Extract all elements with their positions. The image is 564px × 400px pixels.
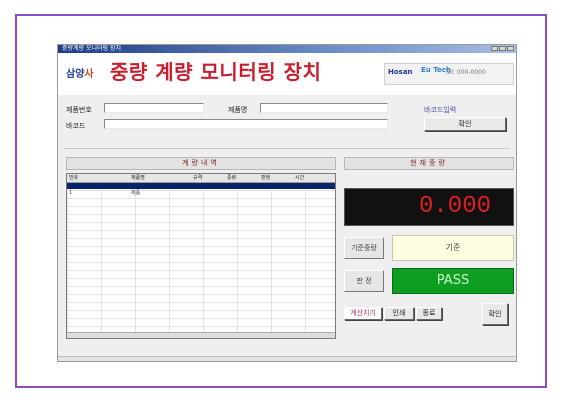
- maximize-button[interactable]: [499, 46, 506, 51]
- product-number-label: 제품번호: [66, 106, 92, 114]
- logo-suffix: 사: [84, 69, 94, 80]
- brand-contact: Tel: 000-0000: [445, 69, 486, 76]
- section-divider: [64, 148, 510, 149]
- title-bar: 중량계량 모니터링 장치: [58, 45, 516, 53]
- barcode-input-caption: 바코드입력: [424, 106, 457, 114]
- table-cell: 1: [69, 190, 73, 196]
- col-header: 시간: [295, 175, 305, 181]
- exit-button[interactable]: 종료: [416, 307, 442, 320]
- product-name-select[interactable]: [260, 103, 388, 113]
- col-header: 중량: [227, 175, 237, 181]
- col-header: 번호: [69, 175, 79, 181]
- brand-name: Hosan: [388, 68, 413, 76]
- judgement-result: PASS: [392, 268, 514, 294]
- minimize-button[interactable]: [491, 46, 498, 51]
- record-table[interactable]: 번호 제품명 규격 중량 판정 시간 1 제품: [66, 173, 336, 339]
- weight-display: 0.000: [344, 188, 514, 226]
- app-header: 삼양사 중량 계량 모니터링 장치 Hosan Eu Tech Tel: 000…: [58, 53, 516, 95]
- barcode-field[interactable]: [104, 119, 388, 129]
- reference-weight-value: 기준: [392, 235, 514, 261]
- app-window: 중량계량 모니터링 장치 삼양사 중량 계량 모니터링 장치 Hosan Eu …: [57, 44, 517, 362]
- close-button[interactable]: [507, 46, 514, 51]
- weight-value: 0.000: [418, 193, 491, 220]
- judgement-label: 판 정: [344, 270, 384, 292]
- calc-button[interactable]: 계산지기: [344, 307, 382, 320]
- col-header: 제품명: [131, 175, 145, 181]
- left-panel-title: 계량내역: [66, 157, 336, 170]
- logo-prefix: 삼양: [66, 69, 85, 80]
- horizontal-scrollbar[interactable]: [67, 332, 335, 338]
- right-panel-title: 현재중량: [344, 157, 514, 170]
- table-header: 번호 제품명 규격 중량 판정 시간: [67, 174, 335, 183]
- brand-banner: Hosan Eu Tech Tel: 000-0000: [384, 63, 514, 85]
- status-bar: [58, 356, 516, 361]
- confirm-button[interactable]: 확인: [424, 117, 506, 131]
- col-header: 규격: [193, 175, 203, 181]
- product-name-label: 제품명: [228, 106, 248, 114]
- app-title: 중량 계량 모니터링 장치: [110, 60, 322, 84]
- window-title: 중량계량 모니터링 장치: [62, 45, 122, 52]
- table-row-selected[interactable]: [67, 183, 335, 189]
- product-number-field[interactable]: [104, 103, 204, 113]
- col-header: 판정: [261, 175, 271, 181]
- window-controls: [491, 46, 514, 51]
- barcode-label: 바코드: [66, 122, 86, 130]
- table-cell: 제품: [131, 190, 141, 196]
- reference-weight-label: 기준중량: [344, 237, 384, 259]
- ok-button[interactable]: 확인: [482, 303, 508, 325]
- table-grid: [67, 190, 335, 335]
- company-logo: 삼양사: [66, 65, 94, 80]
- print-button[interactable]: 인쇄: [384, 307, 414, 320]
